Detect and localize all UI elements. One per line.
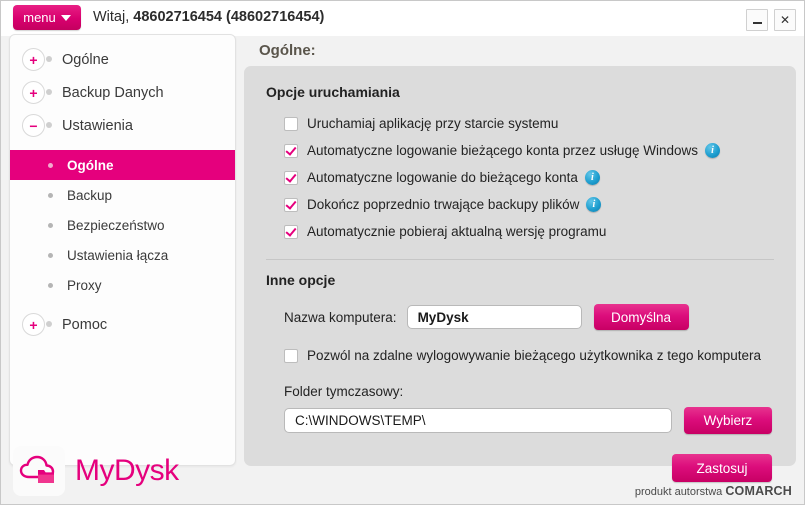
- checkbox-autostart[interactable]: [284, 116, 298, 131]
- title-bar: menu Witaj, 48602716454 (48602716454) ✕: [1, 1, 804, 36]
- section-divider: [266, 259, 774, 260]
- sidebar-item-backup[interactable]: Backup: [10, 180, 235, 210]
- sidebar-group-label: Backup Danych: [62, 84, 164, 101]
- expand-plus-icon[interactable]: +: [22, 313, 52, 336]
- sidebar-group-ustawienia[interactable]: − Ustawienia: [10, 109, 235, 142]
- startup-section-heading: Opcje uruchamiania: [266, 84, 400, 100]
- checkbox-label: Pozwól na zdalne wylogowywanie bieżącego…: [307, 348, 762, 363]
- bullet-icon: [48, 192, 53, 198]
- checkbox-label: Automatyczne logowanie do bieżącego kont…: [307, 170, 578, 185]
- sidebar-item-label: Ustawienia łącza: [67, 247, 169, 263]
- sidebar-group-label: Ogólne: [62, 51, 109, 68]
- default-button[interactable]: Domyślna: [593, 304, 689, 330]
- apply-row: Zastosuj: [266, 454, 774, 482]
- checkbox-label: Dokończ poprzednio trwające backupy plik…: [307, 197, 580, 212]
- logo-badge: [13, 446, 65, 496]
- sidebar-group-label: Pomoc: [62, 316, 108, 333]
- checkbox-remote-logout[interactable]: [284, 348, 298, 363]
- bullet-icon: [48, 222, 53, 228]
- checkbox-row-remote-logout[interactable]: Pozwól na zdalne wylogowywanie bieżącego…: [266, 342, 774, 369]
- sidebar-group-pomoc[interactable]: + Pomoc: [10, 308, 235, 341]
- sidebar-item-label: Backup: [67, 187, 113, 203]
- checkbox-label: Uruchamiaj aplikację przy starcie system…: [307, 116, 559, 131]
- bullet-icon: [48, 252, 53, 258]
- checkbox-row-auto-login-account[interactable]: Automatyczne logowanie do bieżącego kont…: [266, 164, 774, 191]
- greeting-text: Witaj, 48602716454 (48602716454): [93, 9, 324, 25]
- checkbox-row-auto-update[interactable]: Automatycznie pobieraj aktualną wersję p…: [266, 218, 774, 245]
- bullet-icon: [48, 282, 53, 288]
- temp-folder-label: Folder tymczasowy:: [284, 384, 404, 399]
- menu-button[interactable]: menu: [13, 5, 81, 30]
- menu-button-label: menu: [23, 10, 56, 25]
- computer-name-input[interactable]: [406, 305, 582, 329]
- vendor-credit: produkt autorstwa COMARCH: [635, 484, 792, 498]
- expand-plus-icon[interactable]: +: [22, 81, 52, 104]
- close-icon: ✕: [779, 13, 791, 27]
- checkbox-auto-login-account[interactable]: [284, 170, 298, 185]
- minimize-icon: [752, 21, 762, 24]
- checkbox-label: Automatyczne logowanie bieżącego konta p…: [307, 143, 698, 158]
- sidebar-item-ustawienia-lacza[interactable]: Ustawienia łącza: [10, 240, 235, 270]
- greeting-username: 48602716454 (48602716454): [133, 9, 325, 25]
- checkbox-label: Automatycznie pobieraj aktualną wersję p…: [307, 224, 607, 239]
- expand-plus-icon[interactable]: +: [22, 48, 52, 71]
- sidebar-group-ogolne[interactable]: + Ogólne: [10, 43, 235, 76]
- apply-button[interactable]: Zastosuj: [672, 454, 772, 482]
- computer-name-label: Nazwa komputera:: [284, 309, 397, 325]
- computer-name-row: Nazwa komputera: Domyślna: [266, 304, 774, 330]
- checkbox-finish-backups[interactable]: [284, 197, 298, 212]
- temp-folder-label-wrap: Folder tymczasowy:: [266, 383, 774, 401]
- checkbox-row-autostart[interactable]: Uruchamiaj aplikację przy starcie system…: [266, 110, 774, 137]
- sidebar-item-bezpieczenstwo[interactable]: Bezpieczeństwo: [10, 210, 235, 240]
- main-content: Ogólne: Opcje uruchamiania Uruchamiaj ap…: [244, 34, 796, 482]
- credit-prefix: produkt autorstwa: [634, 486, 726, 498]
- other-section-heading: Inne opcje: [266, 272, 336, 288]
- minimize-button[interactable]: [746, 9, 768, 31]
- temp-folder-row: Wybierz: [266, 407, 774, 434]
- sidebar-group-backup-danych[interactable]: + Backup Danych: [10, 76, 235, 109]
- application-window: menu Witaj, 48602716454 (48602716454) ✕ …: [0, 0, 805, 505]
- credit-brand: COMARCH: [725, 484, 792, 498]
- logo-text: MyDysk: [75, 454, 179, 487]
- bullet-icon: [48, 162, 53, 168]
- settings-panel: Opcje uruchamiania Uruchamiaj aplikację …: [244, 66, 796, 482]
- sidebar-item-label: Proxy: [67, 277, 102, 293]
- sidebar-item-proxy[interactable]: Proxy: [10, 270, 235, 300]
- browse-button[interactable]: Wybierz: [684, 407, 772, 434]
- close-button[interactable]: ✕: [774, 9, 796, 31]
- sidebar-item-ogolne[interactable]: Ogólne: [10, 150, 235, 180]
- sidebar: + Ogólne + Backup Danych − Ustawienia Og…: [9, 34, 236, 466]
- chevron-down-icon: [60, 14, 71, 21]
- checkbox-row-auto-login-windows[interactable]: Automatyczne logowanie bieżącego konta p…: [266, 137, 774, 164]
- checkbox-auto-login-windows[interactable]: [284, 143, 298, 158]
- greeting-prefix: Witaj,: [93, 9, 134, 25]
- window-controls: ✕: [746, 9, 796, 31]
- info-icon[interactable]: i: [584, 170, 600, 185]
- collapse-minus-icon[interactable]: −: [22, 114, 52, 137]
- temp-folder-input[interactable]: [284, 408, 672, 433]
- app-logo: MyDysk: [13, 446, 179, 496]
- info-icon[interactable]: i: [586, 197, 602, 212]
- cloud-folder-icon: [19, 455, 55, 483]
- sidebar-item-label: Bezpieczeństwo: [67, 217, 165, 233]
- checkbox-row-finish-backups[interactable]: Dokończ poprzednio trwające backupy plik…: [266, 191, 774, 218]
- checkbox-auto-update[interactable]: [284, 224, 298, 239]
- sidebar-item-label: Ogólne: [67, 157, 114, 173]
- page-title: Ogólne:: [259, 42, 316, 59]
- sidebar-group-label: Ustawienia: [62, 117, 133, 134]
- info-icon[interactable]: i: [704, 143, 720, 158]
